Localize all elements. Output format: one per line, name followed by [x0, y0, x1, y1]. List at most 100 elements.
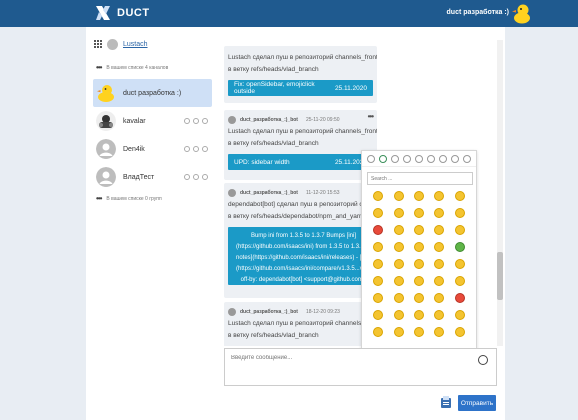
delete-icon[interactable]	[202, 146, 208, 152]
emoji-icon[interactable]	[434, 259, 445, 269]
emoji-icon[interactable]	[434, 191, 445, 201]
channel-item[interactable]: Den4ik	[93, 135, 212, 163]
emoji-icon[interactable]	[413, 276, 424, 286]
nature-icon[interactable]	[391, 154, 399, 163]
emoji-icon[interactable]	[413, 242, 424, 252]
default-avatar-icon	[96, 139, 116, 159]
avatar[interactable]	[228, 189, 236, 197]
attach-file-icon[interactable]	[440, 395, 452, 409]
header-user-name[interactable]: duct разработка :)	[447, 9, 509, 16]
edit-icon[interactable]	[193, 146, 199, 152]
emoji-icon[interactable]	[454, 242, 465, 252]
emoji-icon[interactable]	[393, 276, 404, 286]
emoji-icon[interactable]	[393, 225, 404, 235]
emoji-icon[interactable]	[434, 276, 445, 286]
emoji-icon[interactable]	[393, 191, 404, 201]
emoji-icon[interactable]	[434, 310, 445, 320]
emoji-icon[interactable]	[434, 208, 445, 218]
more-options-icon[interactable]: •••	[96, 63, 102, 72]
emoji-icon[interactable]	[373, 327, 384, 337]
message-scrollbar[interactable]	[497, 40, 503, 346]
travel-icon[interactable]	[427, 154, 435, 163]
emoji-icon[interactable]	[454, 310, 465, 320]
message-author[interactable]: duct_разработка_:)_bot	[240, 117, 298, 123]
emoji-icon[interactable]	[413, 259, 424, 269]
objects-icon[interactable]	[439, 154, 447, 163]
emoji-icon[interactable]	[373, 310, 384, 320]
emoji-icon[interactable]	[373, 293, 384, 303]
avatar[interactable]	[228, 116, 236, 124]
emoji-icon[interactable]	[393, 327, 404, 337]
more-options-icon[interactable]: •••	[368, 112, 374, 121]
smileys-icon[interactable]	[379, 154, 387, 163]
emoji-icon[interactable]	[434, 293, 445, 303]
emoji-search-input[interactable]	[367, 172, 473, 185]
add-icon[interactable]	[184, 118, 190, 124]
emoji-icon[interactable]	[373, 259, 384, 269]
emoji-icon[interactable]	[393, 259, 404, 269]
message-text-line: Lustach сделал пуш в репозиторий channel…	[228, 320, 377, 327]
avatar[interactable]	[228, 308, 236, 316]
avatar[interactable]	[107, 38, 118, 50]
add-icon[interactable]	[184, 174, 190, 180]
add-icon[interactable]	[184, 146, 190, 152]
channel-item[interactable]: duct разработка :)	[93, 79, 212, 107]
send-button[interactable]: Отправить	[458, 395, 496, 411]
emoji-icon[interactable]	[454, 208, 465, 218]
emoji-icon[interactable]	[373, 225, 384, 235]
emoji-icon[interactable]	[454, 259, 465, 269]
emoji-icon[interactable]	[454, 327, 465, 337]
emoji-icon[interactable]	[373, 191, 384, 201]
emoji-icon[interactable]	[454, 276, 465, 286]
commit-card[interactable]: UPD: sidebar width 25.11.2020	[228, 154, 373, 170]
emoji-icon[interactable]	[434, 225, 445, 235]
duct-logo-icon[interactable]	[94, 4, 112, 22]
emoji-icon[interactable]	[393, 310, 404, 320]
emoji-icon[interactable]	[413, 327, 424, 337]
activity-icon[interactable]	[415, 154, 423, 163]
message-input[interactable]	[231, 355, 471, 383]
emoji-icon[interactable]	[413, 225, 424, 235]
channel-item[interactable]: kavalar	[93, 107, 212, 135]
flags-icon[interactable]	[463, 154, 471, 163]
food-icon[interactable]	[403, 154, 411, 163]
emoji-icon[interactable]	[373, 242, 384, 252]
symbols-icon[interactable]	[451, 154, 459, 163]
current-user-link[interactable]: Lustach	[123, 41, 148, 48]
commit-card[interactable]: Bump ini from 1.3.5 to 1.3.7 Bumps [ini]…	[228, 227, 373, 285]
smile-icon[interactable]	[478, 355, 488, 365]
recent-icon[interactable]	[367, 154, 375, 163]
edit-icon[interactable]	[193, 174, 199, 180]
emoji-icon[interactable]	[373, 276, 384, 286]
top-bar: DUCT duct разработка :)	[0, 0, 578, 27]
emoji-icon[interactable]	[454, 225, 465, 235]
emoji-icon[interactable]	[393, 293, 404, 303]
emoji-icon[interactable]	[413, 208, 424, 218]
emoji-icon[interactable]	[413, 293, 424, 303]
current-user-row: Lustach	[94, 37, 148, 51]
message-author[interactable]: duct_разработка_:)_bot	[240, 190, 298, 196]
emoji-icon[interactable]	[373, 208, 384, 218]
channel-name: kavalar	[123, 117, 146, 125]
emoji-icon[interactable]	[454, 293, 465, 303]
edit-icon[interactable]	[193, 118, 199, 124]
duck-avatar-icon[interactable]	[512, 2, 532, 24]
emoji-icon[interactable]	[434, 242, 445, 252]
channel-name: duct разработка :)	[123, 89, 182, 97]
emoji-icon[interactable]	[413, 310, 424, 320]
delete-icon[interactable]	[202, 118, 208, 124]
emoji-icon[interactable]	[393, 242, 404, 252]
channel-actions	[184, 146, 208, 152]
scrollbar-thumb[interactable]	[497, 252, 503, 300]
message-author[interactable]: duct_разработка_:)_bot	[240, 309, 298, 315]
emoji-icon[interactable]	[413, 191, 424, 201]
delete-icon[interactable]	[202, 174, 208, 180]
emoji-icon[interactable]	[454, 191, 465, 201]
message-text-line: в ветку refs/heads/vlad_branch	[228, 140, 319, 147]
emoji-icon[interactable]	[434, 327, 445, 337]
apps-grid-icon[interactable]	[94, 40, 102, 48]
more-options-icon[interactable]: •••	[96, 194, 102, 203]
emoji-icon[interactable]	[393, 208, 404, 218]
commit-card[interactable]: Fix: openSidebar, emojiclick outside 25.…	[228, 80, 373, 96]
channel-item[interactable]: ВладТест	[93, 163, 212, 191]
